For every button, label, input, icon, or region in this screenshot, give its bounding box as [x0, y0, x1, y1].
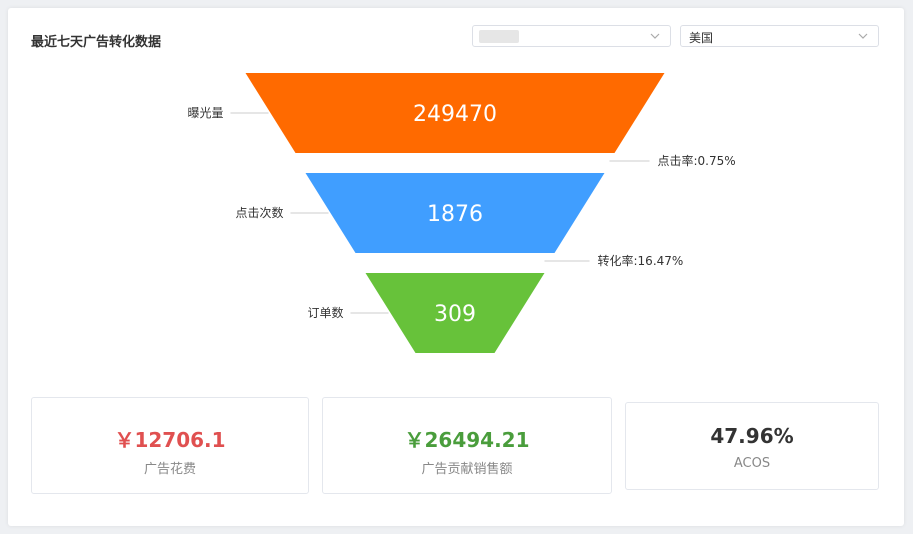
- funnel-stage-label: 订单数: [307, 305, 343, 320]
- funnel-stage-label: 点击次数: [235, 205, 283, 220]
- stat-ad-spend: ￥12706.1 广告花费: [31, 397, 309, 494]
- stat-value: 47.96%: [710, 424, 794, 448]
- funnel-value-label: 309: [434, 302, 476, 327]
- stat-label: 广告贡献销售额: [421, 462, 513, 477]
- stat-acos: 47.96% ACOS: [625, 402, 879, 490]
- conversion-rate-label: 点击率:0.75%: [658, 153, 736, 168]
- stat-value: ￥26494.21: [404, 428, 530, 452]
- stat-ad-sales: ￥26494.21 广告贡献销售额: [322, 397, 612, 494]
- funnel-value-label: 249470: [413, 102, 497, 127]
- stat-value: ￥12706.1: [114, 428, 226, 452]
- stat-label: ACOS: [733, 456, 771, 471]
- stat-label: 广告花费: [143, 462, 196, 477]
- funnel-value-label: 1876: [427, 202, 483, 227]
- conversion-rate-label: 转化率:16.47%: [598, 253, 684, 268]
- funnel-stage-label: 曝光量: [187, 106, 223, 120]
